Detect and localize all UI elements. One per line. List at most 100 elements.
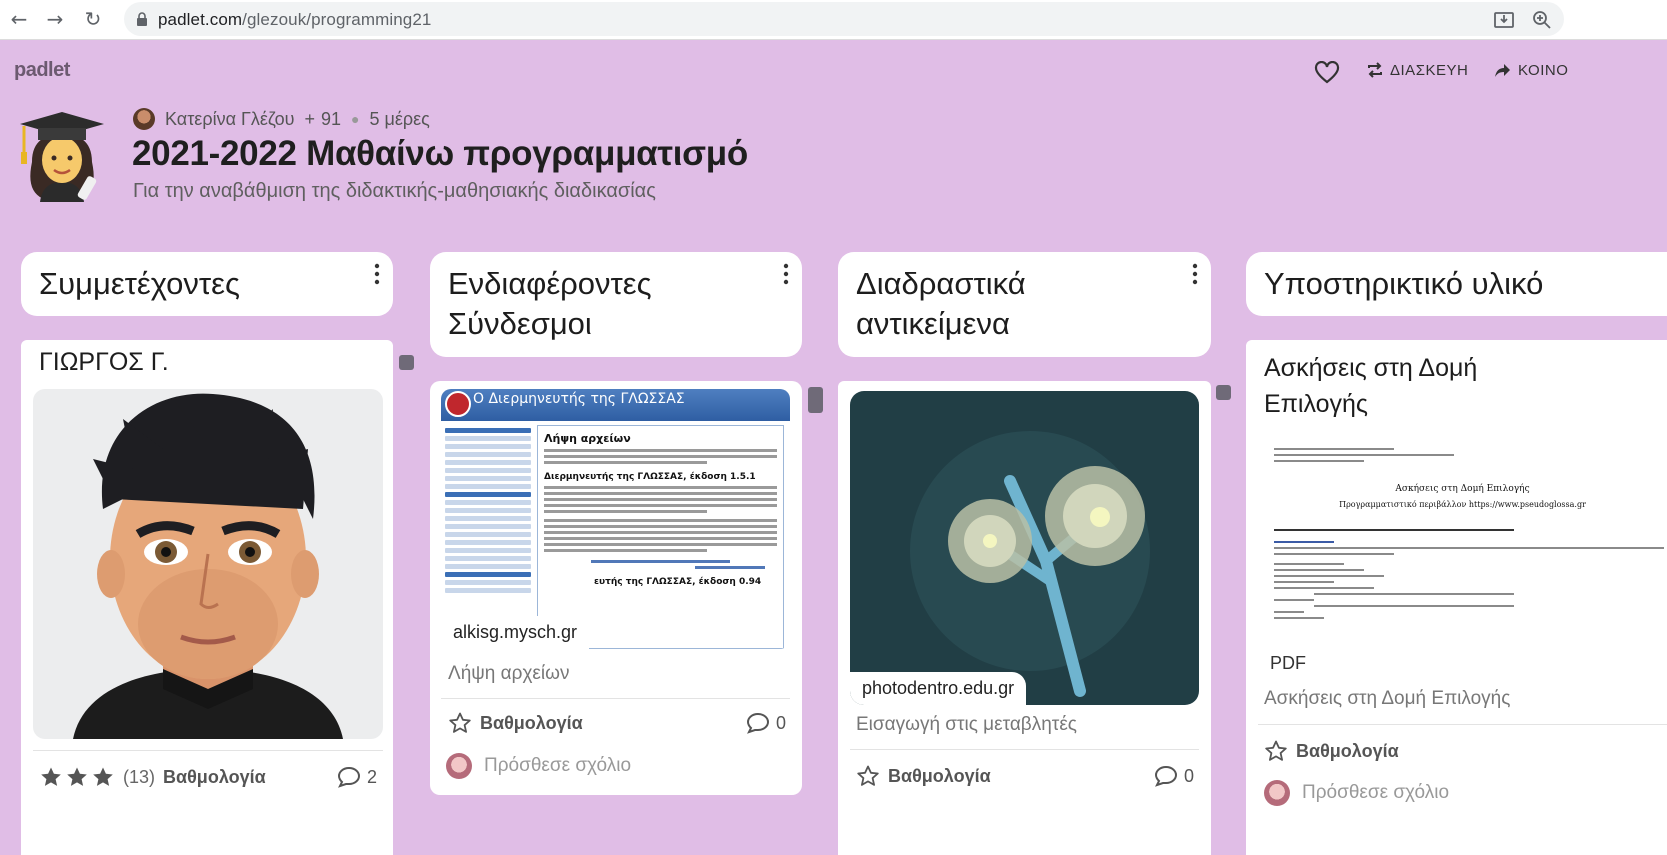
heart-icon[interactable] [1314,61,1340,85]
comment-count: 0 [776,712,787,733]
post-card[interactable]: photodentro.edu.gr Εισαγωγή στις μεταβλη… [838,381,1211,855]
add-comment-field[interactable]: Πρόσθεσε σχόλιο [446,753,631,779]
column-title: Συμμετέχοντες [39,266,240,301]
link-preview-image[interactable]: Ο Διερμηνευτής της ΓΛΩΣΣΑΣ Λήψη αρχείων … [441,389,790,649]
comment-count: 0 [1184,765,1195,786]
forward-icon[interactable]: → [42,6,68,32]
post-caption: Λήψη αρχείων [448,663,570,684]
star-filled-icon[interactable] [65,766,89,788]
add-comment-placeholder: Πρόσθεσε σχόλιο [484,755,632,776]
column-title-line1: Ενδιαφέροντες [448,266,652,301]
rating-label: Βαθμολογία [163,766,266,787]
post-caption: Εισαγωγή στις μεταβλητές [856,714,1077,735]
column-header-links[interactable]: Ενδιαφέροντες Σύνδεσμοι [430,252,802,357]
more-options-icon[interactable] [1191,262,1199,286]
column-title: Υποστηρικτικό υλικό [1264,266,1544,301]
comment-icon [337,766,361,788]
commenter-avatar [446,753,472,779]
star-icon[interactable] [1264,740,1288,762]
remix-icon [1368,62,1382,78]
padlet-logo[interactable]: padlet [14,59,70,82]
zoom-icon[interactable] [1530,8,1554,32]
share-label: ΚΟΙΝΟ [1518,62,1569,79]
more-options-icon[interactable] [373,262,381,286]
add-comment-field[interactable]: Πρόσθεσε σχόλιο [1264,780,1449,806]
comments-button[interactable]: 0 [746,712,786,734]
share-button[interactable]: ΚΟΙΝΟ [1494,62,1568,79]
back-icon[interactable]: ← [6,6,32,32]
graduate-emoji-icon [20,112,104,202]
star-rating[interactable] [448,712,472,734]
author-name[interactable]: Κατερίνα Γλέζου [165,109,295,130]
share-icon [1495,64,1510,77]
author-avatar[interactable] [133,108,155,130]
board-subtitle: Για την αναβάθμιση της διδακτικής-μαθησι… [133,180,656,202]
card-divider [441,698,790,699]
drag-handle[interactable] [1216,385,1231,400]
star-rating[interactable] [1264,740,1288,762]
comment-icon [746,712,770,734]
browser-toolbar: ← → ↻ padlet.com/glezouk/programming21 [0,0,1667,40]
star-icon[interactable] [448,712,472,734]
rating-control[interactable]: (13) Βαθμολογία [39,766,266,788]
rating-label: Βαθμολογία [480,712,583,733]
photodentro-logo-image [850,391,1199,705]
comment-icon [1154,765,1178,787]
card-divider [33,750,383,751]
board-age: 5 μέρες [369,108,430,129]
reload-icon[interactable]: ↻ [80,6,106,32]
column-title-line2: Σύνδεσμοι [448,306,592,341]
post-title: Ασκήσεις στη Δομή Επιλογής [1264,350,1477,422]
post-title-line2: Επιλογής [1264,390,1368,418]
rating-count: (13) [123,766,156,787]
site-banner-title: Ο Διερμηνευτής της ΓΛΩΣΣΑΣ [473,391,685,407]
remix-button[interactable]: ΔΙΑΣΚΕΥΗ [1366,62,1468,79]
star-filled-icon[interactable] [39,766,63,788]
drag-handle[interactable] [808,387,823,413]
post-card[interactable]: Ο Διερμηνευτής της ΓΛΩΣΣΑΣ Λήψη αρχείων … [430,381,802,795]
post-card[interactable]: Ασκήσεις στη Δομή Επιλογής Ασκήσεις στη … [1246,340,1667,855]
link-host-chip: alkisg.mysch.gr [441,616,590,649]
url-text: padlet.com/glezouk/programming21 [158,10,432,29]
pdf-heading: Ασκήσεις στη Δομή Επιλογής [1395,484,1530,494]
column-header-interactive[interactable]: Διαδραστικά αντικείμενα [838,252,1211,357]
site-subheading-1: Διερμηνευτής της ΓΛΩΣΣΑΣ, έκδοση 1.5.1 [544,472,756,482]
contributors-count[interactable]: 91 [321,109,341,130]
post-title-line1: Ασκήσεις στη Δομή [1264,354,1478,382]
comments-button[interactable]: 0 [1154,765,1194,787]
address-bar[interactable]: padlet.com/glezouk/programming21 [124,2,1564,36]
drag-handle[interactable] [399,355,414,370]
rating-control[interactable]: Βαθμολογία [856,765,991,787]
install-icon[interactable] [1492,8,1516,32]
comment-count: 2 [367,766,378,787]
star-icon[interactable] [856,765,880,787]
pdf-subheading: Προγραμματιστικό περιβάλλον https://www.… [1339,500,1586,509]
remix-label: ΔΙΑΣΚΕΥΗ [1390,62,1469,79]
author-row: Κατερίνα Γλέζου + 91 ● 5 μέρες [133,108,430,130]
site-subheading-2: ευτής της ΓΛΩΣΣΑΣ, έκδοση 0.94 [594,577,762,587]
column-title: Διαδραστικά αντικείμενα [856,264,1193,344]
link-preview-image[interactable]: photodentro.edu.gr [850,391,1199,705]
star-rating[interactable] [856,765,880,787]
more-options-icon[interactable] [782,262,790,286]
contributors-plus: + [304,108,316,129]
column-title-line1: Διαδραστικά [856,266,1026,301]
post-image-avatar[interactable] [33,389,383,739]
star-filled-icon[interactable] [91,766,115,788]
rating-control[interactable]: Βαθμολογία [448,712,583,734]
post-card[interactable]: ΓΙΩΡΓΟΣ Γ. (13) Βαθμολογία 2 [21,340,393,855]
post-title: ΓΙΩΡΓΟΣ Γ. [39,348,169,376]
column-header-participants[interactable]: Συμμετέχοντες [21,252,393,316]
pdf-badge: PDF [1258,649,1318,678]
rating-label: Βαθμολογία [888,765,991,786]
commenter-avatar [1264,780,1290,806]
board-title: 2021-2022 Μαθαίνω προγραμματισμό [132,134,748,173]
link-host-chip: photodentro.edu.gr [850,672,1027,705]
add-comment-placeholder: Πρόσθεσε σχόλιο [1302,782,1450,803]
rating-control[interactable]: Βαθμολογία [1264,740,1399,762]
pdf-preview[interactable]: Ασκήσεις στη Δομή Επιλογής Προγραμματιστ… [1258,434,1667,678]
star-rating[interactable] [39,766,115,788]
comments-button[interactable]: 2 [337,766,377,788]
column-header-support[interactable]: Υποστηρικτικό υλικό [1246,252,1667,316]
column-title: Ενδιαφέροντες Σύνδεσμοι [448,264,784,344]
